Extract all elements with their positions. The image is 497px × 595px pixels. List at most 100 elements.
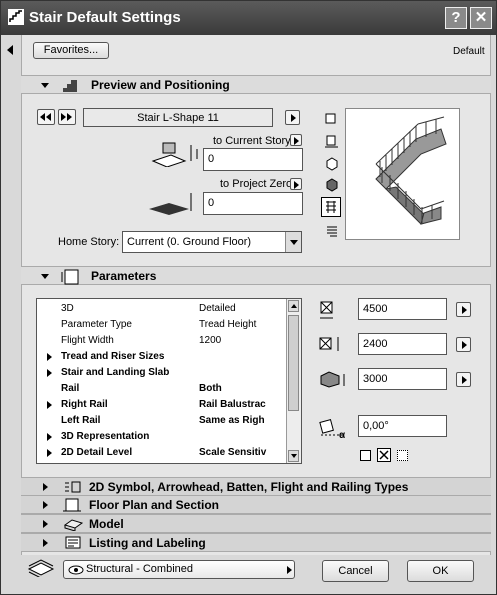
chevron-down-icon (290, 240, 298, 245)
table-row[interactable]: Parameter Type Tread Height (37, 317, 287, 333)
double-left-arrow-icon (40, 113, 51, 121)
default-label: Default (453, 46, 485, 57)
stair-preview-icon (63, 80, 77, 92)
mirror-selected-checkbox[interactable] (377, 448, 391, 462)
dropdown-button[interactable] (285, 232, 301, 252)
listing-labeling-section[interactable]: Listing and Labeling (21, 533, 491, 552)
project-zero-icon (149, 193, 192, 215)
table-row[interactable]: Left Rail Same as Righ (37, 413, 287, 429)
arrow-right-icon (294, 137, 299, 145)
project-zero-menu-button[interactable] (290, 178, 302, 190)
width-input[interactable]: 4500 (358, 298, 447, 320)
window-title: Stair Default Settings (29, 9, 181, 26)
table-row[interactable]: Right Rail Rail Balustrac (37, 397, 287, 413)
expand-arrow-icon[interactable] (47, 433, 52, 441)
title-bar[interactable]: Stair Default Settings ? ✕ (1, 1, 496, 35)
expand-arrow-icon[interactable] (47, 449, 52, 457)
collapsed-arrow-icon (43, 520, 48, 528)
stair-3d-icon (326, 201, 336, 213)
parameter-value: Scale Sensitiv (199, 447, 267, 458)
eye-icon (68, 565, 84, 575)
scroll-down-button[interactable] (288, 450, 299, 462)
table-row[interactable]: 3D Representation (37, 429, 287, 445)
expand-arrow-icon[interactable] (47, 369, 52, 377)
layer-icon (27, 559, 55, 577)
expand-arrow-icon[interactable] (47, 353, 52, 361)
elevation-input[interactable]: 3000 (358, 368, 447, 390)
3d-preview-selected-button[interactable] (321, 197, 341, 217)
home-story-value: Current (0. Ground Floor) (127, 236, 252, 248)
floor-plan-section[interactable]: Floor Plan and Section (21, 495, 491, 514)
expand-arrow-icon[interactable] (47, 401, 52, 409)
chevron-up-icon (291, 304, 297, 308)
layer-value: Structural - Combined (86, 563, 193, 575)
width-dimension-icon (320, 301, 333, 319)
listing-icon (65, 536, 81, 549)
symbol-types-section[interactable]: 2D Symbol, Arrowhead, Batten, Flight and… (21, 477, 491, 496)
table-row[interactable]: 3D Detailed (37, 301, 287, 317)
collapsed-arrow-icon (43, 539, 48, 547)
stair-default-settings-dialog: Stair Default Settings ? ✕ Favorites... … (0, 0, 497, 595)
table-row[interactable]: Stair and Landing Slab (37, 365, 287, 381)
stair-preview-image (345, 108, 460, 240)
2d-symbol-icon (65, 481, 81, 493)
parameter-list-scrollbar[interactable] (286, 299, 301, 463)
table-row[interactable]: Rail Both (37, 381, 287, 397)
mirror-none-checkbox[interactable] (360, 450, 371, 461)
3d-wireframe-icon[interactable] (325, 157, 339, 171)
parameter-name: Right Rail (61, 399, 108, 410)
parameter-list-icon[interactable] (325, 224, 339, 238)
help-button[interactable]: ? (445, 7, 467, 29)
cancel-button[interactable]: Cancel (322, 560, 389, 582)
parameter-name: 2D Detail Level (61, 447, 133, 458)
plan-view-icon[interactable] (325, 113, 337, 125)
table-row[interactable]: Flight Width 1200 (37, 333, 287, 349)
layer-select[interactable]: Structural - Combined (63, 560, 295, 579)
collapsed-arrow-icon (43, 501, 48, 509)
parameter-name: Parameter Type (61, 319, 132, 330)
stair-name-menu-button[interactable] (285, 110, 300, 125)
height-input[interactable]: 2400 (358, 333, 447, 355)
mirror-alt-checkbox[interactable] (397, 450, 408, 461)
parameters-icon (61, 269, 79, 285)
expanded-arrow-icon (41, 83, 49, 88)
arrow-right-icon (462, 341, 467, 349)
scroll-up-button[interactable] (288, 300, 299, 312)
collapse-sidebar-icon[interactable] (7, 45, 13, 55)
to-current-story-label: to Current Story (213, 135, 291, 147)
table-row[interactable]: 2D Detail Level Scale Sensitiv (37, 445, 287, 461)
expanded-arrow-icon (41, 274, 49, 279)
width-menu-button[interactable] (456, 302, 471, 317)
next-object-button[interactable] (58, 109, 76, 125)
current-story-menu-button[interactable] (290, 134, 302, 146)
section-view-icon[interactable] (325, 135, 339, 149)
preview-positioning-header[interactable]: Preview and Positioning (21, 75, 491, 94)
height-menu-button[interactable] (456, 337, 471, 352)
parameter-name: 3D Representation (61, 431, 150, 442)
current-story-offset-input[interactable]: 0 (203, 148, 303, 171)
floor-plan-icon (63, 498, 81, 512)
home-story-select[interactable]: Current (0. Ground Floor) (122, 231, 302, 253)
elevation-dimension-icon (320, 371, 345, 388)
3d-shaded-icon[interactable] (325, 178, 339, 192)
project-zero-offset-input[interactable]: 0 (203, 192, 303, 215)
previous-object-button[interactable] (37, 109, 55, 125)
model-section[interactable]: Model (21, 514, 491, 533)
table-row[interactable]: Tread and Riser Sizes (37, 349, 287, 365)
elevation-menu-button[interactable] (456, 372, 471, 387)
parameter-name: Flight Width (61, 335, 114, 346)
svg-text:α: α (339, 430, 346, 439)
parameters-header[interactable]: Parameters (21, 266, 491, 285)
ok-button[interactable]: OK (407, 560, 474, 582)
preview-positioning-title: Preview and Positioning (91, 78, 230, 92)
scroll-thumb[interactable] (288, 315, 299, 411)
parameter-list[interactable]: 3D Detailed Parameter Type Tread Height Flig… (36, 298, 302, 464)
parameter-value: Same as Righ (199, 415, 265, 426)
stair-name-field: Stair L-Shape 11 (83, 108, 273, 127)
height-dimension-icon (319, 337, 339, 351)
story-offset-icon (151, 142, 198, 167)
parameter-value: Tread Height (199, 319, 257, 330)
close-button[interactable]: ✕ (470, 7, 492, 29)
favorites-button[interactable]: Favorites... (33, 42, 109, 59)
angle-input[interactable]: 0,00° (358, 415, 447, 437)
